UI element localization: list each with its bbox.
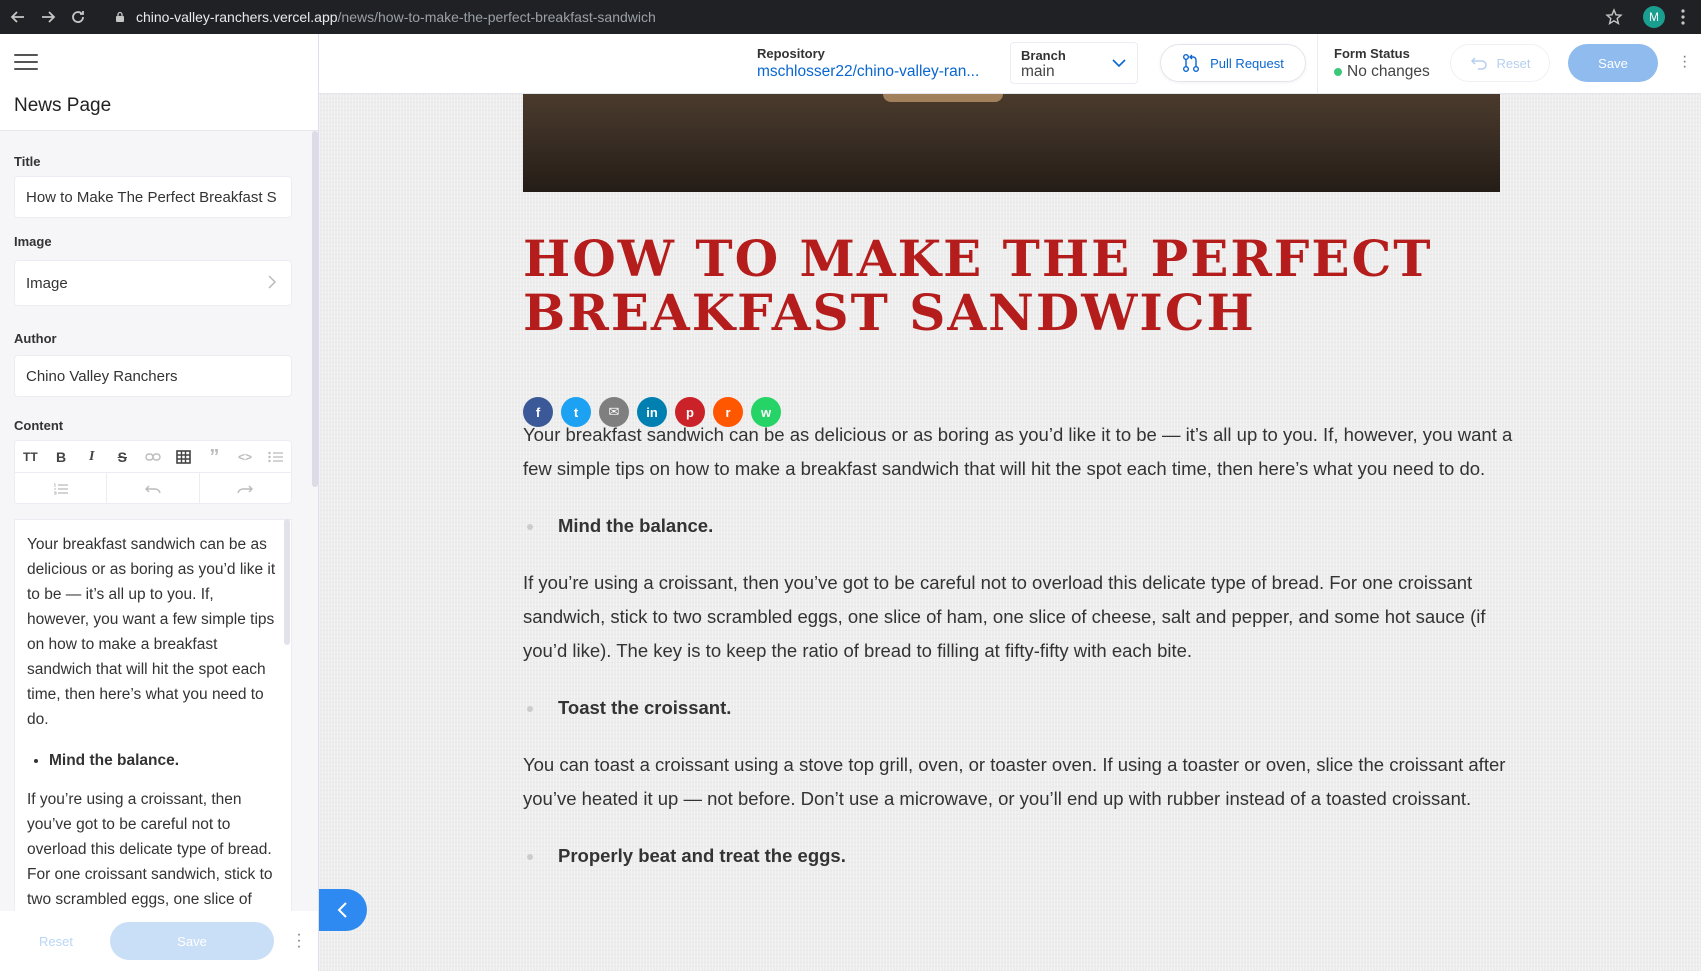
title-label: Title: [14, 154, 41, 169]
editor-scrollbar[interactable]: [284, 519, 290, 645]
branch-select[interactable]: Branch main: [1010, 42, 1138, 84]
sidebar-reset-button[interactable]: Reset: [12, 923, 100, 959]
cms-topbar: Repository mschlosser22/chino-valley-ran…: [319, 34, 1701, 94]
back-arrow-icon[interactable]: [6, 5, 30, 29]
sidebar-title: News Page: [14, 95, 112, 116]
article-body: Your breakfast sandwich can be as delici…: [523, 418, 1513, 896]
topbar-divider: [1317, 34, 1318, 94]
redo-icon: [237, 485, 254, 493]
link-button[interactable]: [138, 441, 169, 473]
image-label: Image: [14, 234, 52, 249]
reload-icon[interactable]: [66, 5, 90, 29]
more-options-icon[interactable]: · · ·: [1682, 49, 1687, 75]
url-path: /news/how-to-make-the-perfect-breakfast-…: [337, 9, 656, 25]
rich-text-toolbar: TT B I S ” <>: [14, 440, 292, 504]
profile-avatar[interactable]: M: [1643, 6, 1665, 28]
status-dot-icon: [1334, 68, 1342, 76]
image-field[interactable]: Image: [14, 260, 292, 306]
quote-button[interactable]: ”: [199, 441, 230, 473]
form-status-value: No changes: [1347, 63, 1430, 80]
pull-request-label: Pull Request: [1210, 55, 1284, 71]
bold-button[interactable]: B: [46, 441, 77, 473]
chevron-left-icon: [337, 902, 347, 918]
author-input[interactable]: Chino Valley Ranchers: [14, 355, 292, 397]
browser-menu-icon[interactable]: [1675, 8, 1691, 26]
code-icon: <>: [238, 450, 253, 464]
topbar-save-button[interactable]: Save: [1568, 44, 1658, 82]
sidebar-save-button[interactable]: Save: [110, 922, 274, 960]
link-icon: [145, 453, 161, 461]
strikethrough-button[interactable]: S: [107, 441, 138, 473]
address-bar[interactable]: chino-valley-ranchers.vercel.app/news/ho…: [114, 0, 656, 34]
repository-label: Repository: [757, 46, 825, 61]
quote-icon: ”: [209, 445, 220, 468]
bullet-list-button[interactable]: [260, 441, 291, 473]
article-bullet: Properly beat and treat the eggs.: [523, 839, 1513, 873]
table-button[interactable]: [168, 441, 199, 473]
author-label: Author: [14, 331, 57, 346]
sidebar-footer: Reset Save · · ·: [0, 911, 318, 971]
article-title: HOW TO MAKE THE PERFECT BREAKFAST SANDWI…: [523, 229, 1433, 342]
hero-image: [523, 94, 1500, 192]
content-editor[interactable]: Your breakfast sandwich can be as delici…: [14, 519, 292, 919]
repository-info: Repository mschlosser22/chino-valley-ran…: [757, 46, 979, 81]
more-options-icon[interactable]: · · ·: [294, 927, 304, 955]
article-paragraph: If you’re using a croissant, then you’ve…: [523, 572, 1486, 661]
editor-sidebar: News Page Title How to Make The Perfect …: [0, 34, 319, 971]
italic-icon: I: [88, 449, 95, 464]
ordered-list-icon: [54, 483, 69, 494]
topbar-reset-label: Reset: [1496, 55, 1531, 71]
pull-request-button[interactable]: Pull Request: [1160, 44, 1306, 82]
topbar-reset-button[interactable]: Reset: [1450, 44, 1550, 82]
collapse-sidebar-button[interactable]: [319, 889, 367, 931]
pull-request-icon: [1183, 54, 1200, 72]
table-icon: [176, 450, 191, 464]
bullet-list-icon: [268, 451, 284, 463]
url-host: chino-valley-ranchers.vercel.app: [136, 9, 338, 25]
undo-icon: [144, 485, 161, 493]
page-preview: HOW TO MAKE THE PERFECT BREAKFAST SANDWI…: [319, 94, 1701, 971]
form-status-label: Form Status: [1334, 46, 1410, 61]
code-button[interactable]: <>: [230, 441, 261, 473]
editor-paragraph: Your breakfast sandwich can be as delici…: [27, 536, 276, 728]
image-field-value: Image: [26, 274, 68, 292]
browser-toolbar: chino-valley-ranchers.vercel.app/news/ho…: [0, 0, 1701, 34]
article-paragraph: Your breakfast sandwich can be as delici…: [523, 424, 1513, 479]
italic-button[interactable]: I: [76, 441, 107, 473]
forward-arrow-icon[interactable]: [36, 5, 60, 29]
sidebar-scrollbar[interactable]: [312, 131, 318, 487]
bookmark-star-icon[interactable]: [1605, 8, 1623, 26]
redo-button[interactable]: [200, 473, 291, 504]
article-paragraph: You can toast a croissant using a stove …: [523, 754, 1506, 809]
editor-bullet: Mind the balance.: [49, 748, 279, 773]
title-input[interactable]: How to Make The Perfect Breakfast S: [14, 176, 292, 218]
sidebar-header: News Page: [0, 34, 318, 131]
undo-icon: [1470, 57, 1487, 70]
undo-button[interactable]: [107, 473, 200, 504]
repository-link[interactable]: mschlosser22/chino-valley-ran...: [757, 63, 979, 81]
article-bullet: Mind the balance.: [523, 509, 1513, 543]
form-status: Form Status No changes: [1334, 46, 1430, 81]
heading-button[interactable]: TT: [15, 441, 46, 473]
content-label: Content: [14, 418, 64, 433]
article-bullet: Toast the croissant.: [523, 691, 1513, 725]
chevron-right-icon: [268, 275, 277, 289]
heading-icon: TT: [23, 450, 38, 464]
lock-icon: [116, 11, 124, 22]
ordered-list-button[interactable]: [15, 473, 108, 504]
chevron-down-icon: [1112, 59, 1126, 68]
bold-icon: B: [55, 449, 67, 465]
editor-paragraph: If you’re using a croissant, then you’ve…: [27, 791, 273, 918]
strikethrough-icon: S: [117, 449, 128, 465]
hamburger-menu-icon[interactable]: [14, 54, 38, 72]
